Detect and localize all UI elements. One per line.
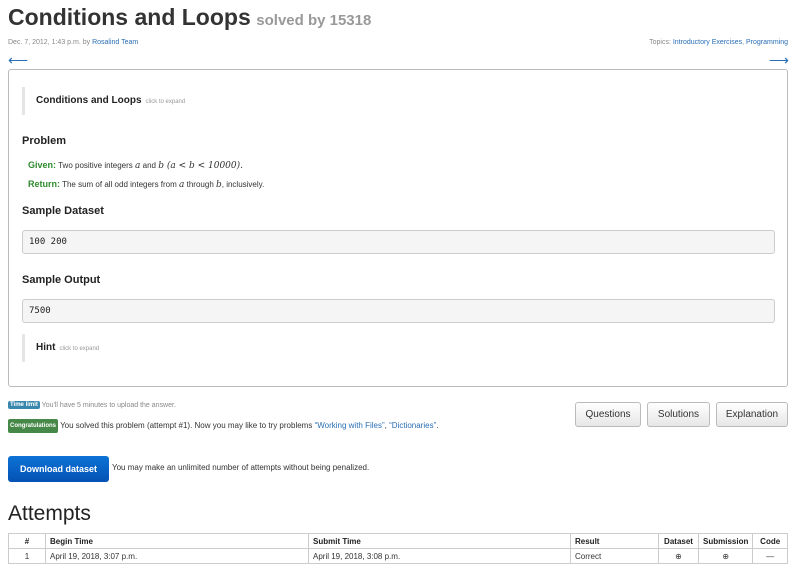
col-number: #: [8, 533, 46, 549]
download-dataset-button[interactable]: Download dataset: [8, 456, 109, 482]
intro-expand-hint: click to expand: [145, 99, 186, 105]
topics-meta: Topics: Introductory Exercises, Programm…: [649, 39, 788, 46]
intro-expander[interactable]: Conditions and Loops click to expand: [22, 87, 762, 115]
solutions-button[interactable]: Solutions: [647, 402, 710, 427]
return-line: Return: The sum of all odd integers from…: [28, 179, 264, 190]
download-note: You may make an unlimited number of atte…: [112, 463, 370, 472]
next-problem-arrow-icon[interactable]: ⟶: [769, 52, 789, 69]
topics-label: Topics:: [649, 39, 673, 46]
explanation-button[interactable]: Explanation: [716, 402, 788, 427]
hint-title: Hint: [36, 342, 56, 353]
col-submit-time: Submit Time: [308, 533, 571, 549]
time-limit-badge: Time limit: [8, 401, 40, 409]
sample-output-box: 7500: [22, 299, 775, 323]
hint-expander[interactable]: Hint click to expand: [22, 334, 762, 362]
dataset-download-icon[interactable]: ⊕: [658, 548, 699, 564]
working-with-files-link[interactable]: “Working with Files”: [315, 421, 385, 430]
solved-count: solved by 15318: [256, 12, 372, 29]
attempts-heading: Attempts: [8, 502, 91, 525]
col-dataset: Dataset: [658, 533, 699, 549]
time-limit-line: Time limit You'll have 5 minutes to uplo…: [8, 401, 176, 409]
problem-box: Conditions and Loops click to expand Prob…: [8, 69, 788, 387]
submission-download-icon[interactable]: ⊕: [697, 548, 754, 564]
given-label: Given:: [28, 160, 57, 170]
topic-link-introductory[interactable]: Introductory Exercises: [673, 39, 742, 46]
hint-expand-hint: click to expand: [59, 346, 100, 352]
questions-button[interactable]: Questions: [575, 402, 641, 427]
return-text-1: The sum of all odd integers from: [60, 180, 180, 189]
given-and: and: [140, 161, 159, 170]
problem-heading: Problem: [22, 135, 67, 147]
congrats-text: You solved this problem (attempt #1). No…: [58, 421, 315, 431]
attempt-submit-time: April 19, 2018, 3:08 p.m.: [308, 548, 571, 564]
attempt-begin-time: April 19, 2018, 3:07 p.m.: [45, 548, 309, 564]
sample-output-heading: Sample Output: [22, 274, 101, 286]
time-limit-text: You'll have 5 minutes to upload the answ…: [39, 401, 176, 409]
topic-link-programming[interactable]: Programming: [746, 39, 788, 46]
sample-dataset-heading: Sample Dataset: [22, 205, 104, 217]
return-text-2: through: [184, 180, 216, 189]
congrats-end: .: [436, 421, 439, 431]
dictionaries-link[interactable]: “Dictionaries”: [389, 421, 436, 430]
author-link[interactable]: Rosalind Team: [92, 39, 138, 46]
attempts-table: # Begin Time Submit Time Result Dataset …: [8, 533, 788, 564]
given-line: Given: Two positive integers a and b (a …: [28, 160, 243, 171]
col-code: Code: [752, 533, 788, 549]
given-text: Two positive integers: [56, 161, 136, 170]
sample-dataset-box: 100 200: [22, 230, 775, 254]
col-submission: Submission: [697, 533, 754, 549]
attempt-number: 1: [8, 548, 46, 564]
page-title: Conditions and Loops: [8, 4, 251, 30]
publish-date: Dec. 7, 2012, 1:43 p.m. by: [8, 39, 93, 46]
col-result: Result: [570, 533, 659, 549]
table-row: 1 April 19, 2018, 3:07 p.m. April 19, 20…: [8, 548, 788, 564]
given-condition: (a < b < 10000).: [163, 161, 243, 171]
attempts-header-row: # Begin Time Submit Time Result Dataset …: [8, 533, 788, 549]
congrats-badge: Congratulations: [8, 419, 58, 433]
page-title-row: Conditions and Loops solved by 15318: [8, 4, 371, 31]
attempt-result: Correct: [570, 548, 659, 564]
return-label: Return:: [28, 179, 60, 189]
congrats-line: Congratulations You solved this problem …: [8, 419, 468, 433]
publish-meta: Dec. 7, 2012, 1:43 p.m. by Rosalind Team: [8, 39, 138, 46]
intro-title: Conditions and Loops: [36, 95, 142, 106]
prev-problem-arrow-icon[interactable]: ⟵: [8, 52, 28, 69]
code-empty: —: [752, 548, 788, 564]
return-text-3: , inclusively.: [221, 180, 265, 189]
col-begin-time: Begin Time: [45, 533, 309, 549]
